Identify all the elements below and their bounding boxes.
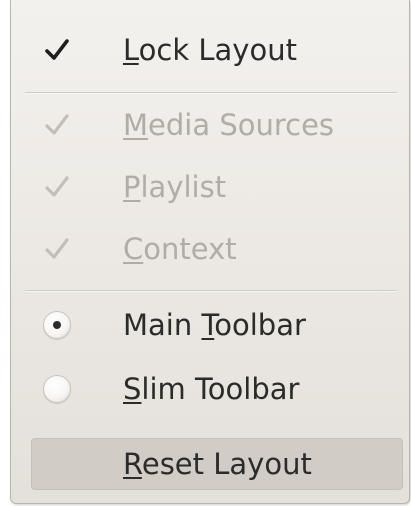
menu-item-media-sources: Media Sources: [11, 94, 409, 156]
menu-item-lock-layout[interactable]: Lock Layout: [11, 19, 409, 81]
menu-item-reset-layout[interactable]: Reset Layout: [31, 438, 403, 490]
checkmark-icon: [39, 231, 75, 267]
radio-unselected-icon: [39, 371, 75, 407]
checkmark-icon: [39, 32, 75, 68]
menu-separator: [25, 290, 397, 292]
checkmark-icon: [39, 107, 75, 143]
menu-item-main-toolbar[interactable]: Main Toolbar: [11, 294, 409, 356]
radio-selected-icon: [39, 307, 75, 343]
checkmark-icon: [39, 169, 75, 205]
menu-item-label: Slim Toolbar: [123, 372, 300, 406]
menu-item-label: Lock Layout: [123, 33, 297, 67]
menu-item-label: Context: [123, 232, 237, 266]
menu-item-slim-toolbar[interactable]: Slim Toolbar: [11, 358, 409, 420]
menu-item-context: Context: [11, 218, 409, 280]
menu-item-label: Reset Layout: [123, 447, 312, 481]
menu-item-label: Playlist: [123, 170, 227, 204]
view-layout-menu: Lock Layout Media Sources Playlist Conte…: [10, 0, 410, 504]
menu-item-label: Main Toolbar: [123, 308, 306, 342]
menu-item-label: Media Sources: [123, 108, 335, 142]
menu-item-playlist: Playlist: [11, 156, 409, 218]
